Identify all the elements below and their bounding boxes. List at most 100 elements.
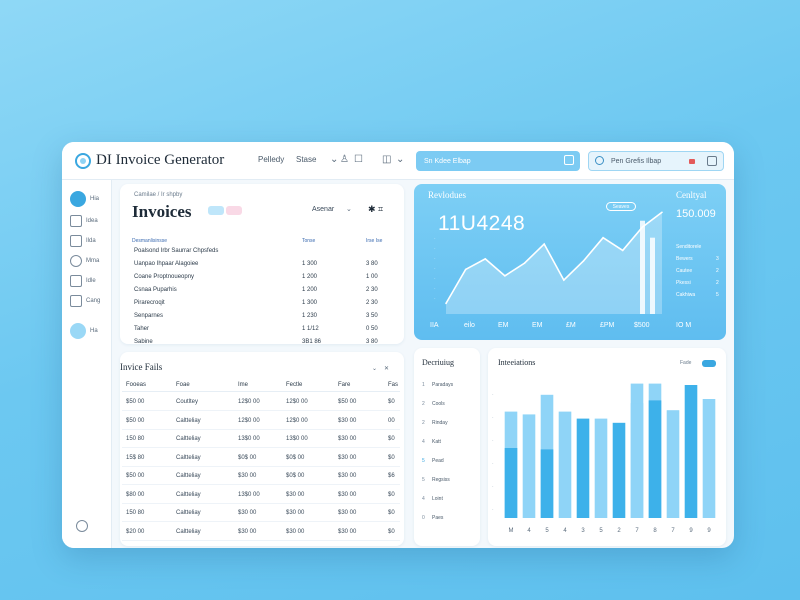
list-item[interactable]: 2 Rinday	[422, 420, 448, 430]
table-row[interactable]: $20 00 Caltteliay $30 00 $30 00 $30 00 $0	[122, 524, 400, 541]
table-cell: 13$0 00	[238, 491, 260, 498]
table-row[interactable]: 150 80 Caltteliay $30 00 $30 00 $30 00 $0	[122, 505, 400, 522]
list-item[interactable]: 4 Katt	[422, 439, 441, 449]
sidebar-item-users[interactable]: Idle	[70, 274, 96, 288]
search-input[interactable]: Pen Grefis Ilbap	[588, 151, 724, 171]
data-point	[582, 260, 585, 262]
y-tick-mark: ·	[434, 286, 436, 292]
sidebar-item-home[interactable]: Hia	[70, 191, 99, 207]
list-item[interactable]: 0 Paes	[422, 515, 443, 525]
sidebar-item-bank[interactable]: Ilda	[70, 234, 96, 248]
legend-label: Cakhiwa	[676, 292, 696, 298]
table-row[interactable]: Taher 1 1/12 0 50	[134, 326, 396, 339]
table-cell: 1 200	[302, 287, 318, 293]
y-tick-mark: ·	[434, 266, 436, 272]
chevron-down-icon[interactable]: ⌄	[330, 154, 338, 166]
list-item-label: Paes	[432, 515, 444, 521]
sidebar-item-folder[interactable]: Cang	[70, 294, 100, 308]
column-header[interactable]: Fectle	[286, 382, 302, 388]
x-tick-label: 5	[599, 528, 603, 534]
y-tick-mark: ·	[434, 256, 436, 262]
table-row[interactable]: Uanpao Ihpaar Alagoiee 1 300 3 80	[134, 261, 396, 274]
table-cell: $50 00	[126, 417, 145, 424]
heart-icon[interactable]	[76, 520, 88, 532]
list-item-number: 5	[422, 458, 425, 464]
table-row[interactable]: Poalsond Irbr Saurrar Chpsfeds	[134, 248, 396, 261]
calendar-icon[interactable]: ◫	[382, 154, 391, 166]
x-tick-label: EM	[532, 322, 543, 329]
table-row[interactable]: 150 80 Caltteliay 13$0 00 13$0 00 $30 00 $0	[122, 431, 400, 448]
chevron-down-icon[interactable]: ⌄	[372, 365, 377, 372]
column-header[interactable]: Foae	[176, 382, 190, 388]
table-cell: Caltteliay	[176, 491, 201, 498]
column-header: Tonse	[302, 238, 316, 244]
table-cell: $30 00	[238, 473, 257, 479]
y-tick-mark: ·	[434, 236, 436, 242]
search-bar[interactable]: Sn Kdee Elbap	[416, 151, 580, 171]
breadcrumb[interactable]: Camilae / Ir shpby	[134, 192, 182, 198]
y-tick-mark: ·	[434, 276, 436, 282]
table-row[interactable]: $50 00 Coutltey 12$0 00 12$0 00 $50 00 $0	[122, 394, 400, 411]
expand-icon[interactable]	[707, 156, 717, 166]
bar	[702, 399, 716, 518]
data-point	[641, 226, 644, 228]
table-row[interactable]: Sabine 3B1 86 3 80	[134, 339, 396, 352]
list-item[interactable]: 5 Regsiss	[422, 477, 450, 487]
x-tick-label: 7	[671, 528, 675, 534]
table-row[interactable]: $80 00 Caltteliay 13$0 00 $30 00 $30 00 $0	[122, 487, 400, 504]
sidebar-item-settings[interactable]: Mma	[70, 254, 99, 268]
data-point	[504, 275, 506, 277]
user-icon[interactable]: ♙	[340, 154, 349, 166]
column-header: Desmanlisinsse	[132, 238, 168, 244]
x-tick-label: 5	[545, 528, 549, 534]
x-tick-label: eilo	[464, 322, 475, 329]
sidebar-item-edit[interactable]: Ha	[70, 323, 98, 339]
list-item[interactable]: 2 Cools	[422, 401, 445, 411]
list-item-number: 1	[422, 382, 425, 388]
chevron-down-icon[interactable]: ⌄	[346, 205, 352, 213]
table-row[interactable]: Senparnes 1 230 3 50	[134, 313, 396, 326]
close-icon[interactable]: ✕	[384, 365, 389, 372]
chat-icon[interactable]	[564, 155, 574, 165]
menu-item-1[interactable]: Pelledy	[258, 155, 284, 164]
table-row[interactable]: Pirarecroqit 1 300 2 30	[134, 300, 396, 313]
x-tick-label: 4	[563, 528, 567, 534]
list-item[interactable]: 5 Pead	[422, 458, 444, 468]
table-cell: Caltteliay	[176, 417, 201, 424]
bar	[612, 422, 626, 518]
table-row[interactable]: Csnaa Puparhis 1 200 2 30	[134, 287, 396, 300]
table-row[interactable]: 15$ 80 Caltteliay $0$ 00 $0$ 00 $30 00 $0	[122, 450, 400, 467]
data-point	[543, 243, 545, 245]
page-title: Invoices	[132, 202, 192, 221]
table-row[interactable]: $50 00 Caltteliay 12$0 00 12$0 00 $30 00 00	[122, 413, 400, 430]
table-cell: $30 00	[338, 491, 357, 498]
legend-value: 2	[716, 268, 719, 274]
notification-icon[interactable]: ☐	[354, 154, 363, 166]
data-point	[621, 249, 624, 252]
table-cell: 15$ 80	[126, 454, 145, 461]
logo-icon	[75, 153, 91, 169]
data-point	[602, 236, 604, 239]
table-row[interactable]: Coane Proptnoueopny 1 200 1 00	[134, 274, 396, 287]
period-select[interactable]: Asenar	[312, 206, 334, 213]
revenue-panel: Revlodues 11U4248 Seaves · · · · · · · Cenltya…	[414, 184, 726, 340]
table-row[interactable]: $50 00 Caltteliay $30 00 $0$ 00 $30 00 $6	[122, 468, 400, 485]
menu-item-2[interactable]: Stase	[296, 155, 316, 164]
list-item[interactable]: 4 Loint	[422, 496, 443, 506]
status-badge	[226, 206, 242, 215]
toolbar-icons[interactable]: ✱ ⌗	[368, 204, 383, 215]
column-header[interactable]: Fas	[388, 382, 398, 388]
sidebar-item-invoices[interactable]: Idea	[70, 214, 98, 228]
table-cell: Caltteliay	[176, 528, 201, 535]
table-cell: $30 00	[338, 528, 357, 535]
table-cell: 1 300	[302, 261, 318, 267]
chevron-down-icon[interactable]: ⌄	[396, 154, 404, 166]
list-item-number: 2	[422, 401, 425, 407]
data-point	[563, 279, 565, 281]
y-tick-mark: ·	[492, 438, 494, 444]
app-window: DI Invoice Generator Pelledy Stase ⌄ ♙ ☐…	[62, 142, 734, 548]
column-header[interactable]: Fooeas	[126, 382, 146, 388]
column-header[interactable]: Fare	[338, 382, 350, 388]
column-header[interactable]: Ime	[238, 382, 248, 388]
list-item[interactable]: 1 Paradays	[422, 382, 453, 392]
